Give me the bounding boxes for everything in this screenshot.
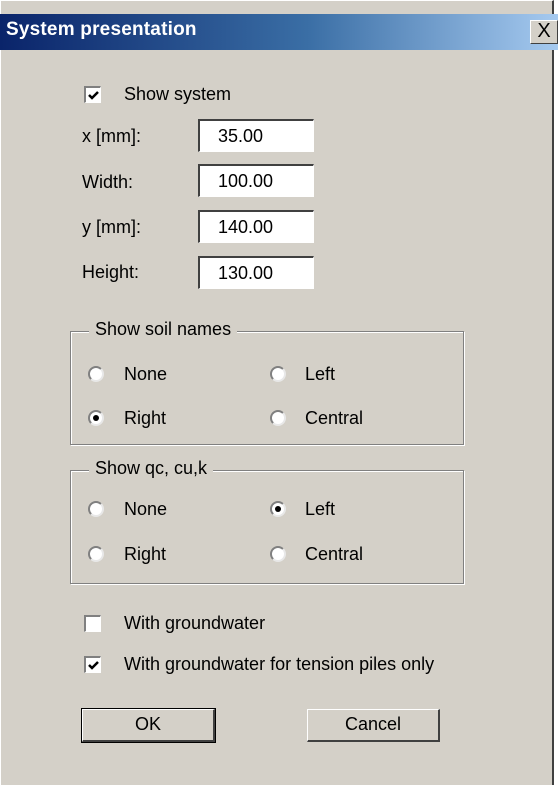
close-icon: X xyxy=(537,20,551,42)
soil-names-none-radio[interactable] xyxy=(88,366,104,382)
qc-cu-none-label: None xyxy=(124,499,168,519)
qc-cu-right-label: Right xyxy=(124,544,167,564)
qc-cu-group-title: Show qc, cu,k xyxy=(89,458,214,479)
soil-names-left-radio[interactable] xyxy=(270,366,286,382)
qc-cu-left-label: Left xyxy=(305,499,336,519)
dialog-title: System presentation xyxy=(6,19,197,40)
x-mm-label: x [mm]: xyxy=(82,126,141,146)
y-mm-label: y [mm]: xyxy=(82,217,141,237)
groundwater-checkbox[interactable] xyxy=(84,615,101,632)
soil-names-central-label: Central xyxy=(305,408,364,428)
height-label: Height: xyxy=(82,262,140,282)
checkmark-icon xyxy=(88,661,99,670)
qc-cu-right-radio[interactable] xyxy=(88,546,104,562)
qc-cu-group: Show qc, cu,k xyxy=(70,458,464,584)
show-system-label: Show system xyxy=(124,84,232,104)
x-mm-input[interactable]: 35.00 xyxy=(198,119,314,152)
qc-cu-central-radio[interactable] xyxy=(270,546,286,562)
width-label: Width: xyxy=(82,172,134,192)
groundwater-tension-label: With groundwater for tension piles only xyxy=(124,654,435,674)
width-input[interactable]: 100.00 xyxy=(198,164,314,197)
soil-names-central-radio[interactable] xyxy=(270,410,286,426)
soil-names-none-label: None xyxy=(124,364,168,384)
y-mm-input[interactable]: 140.00 xyxy=(198,210,314,243)
qc-cu-central-label: Central xyxy=(305,544,364,564)
groundwater-label: With groundwater xyxy=(124,613,266,633)
soil-names-left-label: Left xyxy=(305,364,336,384)
title-bar: System presentation X xyxy=(0,14,558,50)
selected-dot xyxy=(93,415,99,421)
soil-names-right-radio[interactable] xyxy=(88,410,104,426)
groundwater-tension-checkbox[interactable] xyxy=(84,656,101,673)
height-input[interactable]: 130.00 xyxy=(198,256,314,289)
show-system-checkbox[interactable] xyxy=(84,86,101,103)
qc-cu-left-radio[interactable] xyxy=(270,501,286,517)
close-button[interactable]: X xyxy=(530,20,558,44)
soil-names-right-label: Right xyxy=(124,408,167,428)
checkmark-icon xyxy=(88,91,99,100)
qc-cu-none-radio[interactable] xyxy=(88,501,104,517)
selected-dot xyxy=(275,506,281,512)
ok-button[interactable]: OK xyxy=(81,708,216,743)
cancel-button[interactable]: Cancel xyxy=(307,709,440,742)
soil-names-group-title: Show soil names xyxy=(89,319,238,340)
